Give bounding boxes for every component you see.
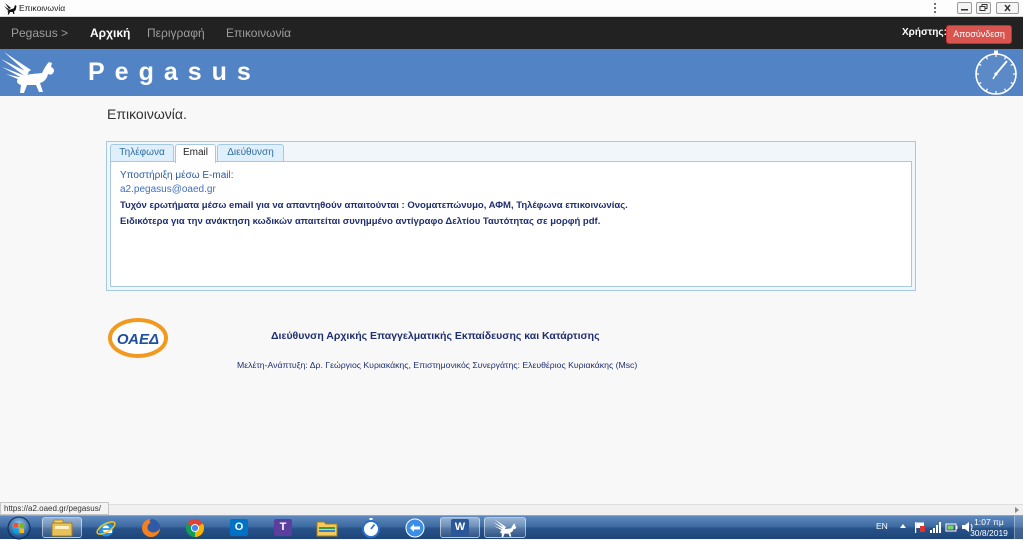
oaed-logo: ΟΑΕΔ bbox=[108, 318, 168, 358]
outlook-icon: O bbox=[230, 519, 248, 536]
nav-item-contact[interactable]: Επικοινωνία bbox=[226, 17, 291, 49]
pegasus-app-icon bbox=[493, 518, 517, 537]
taskbar-internet-explorer[interactable] bbox=[86, 517, 126, 538]
taskbar-word[interactable]: W bbox=[440, 517, 480, 538]
t-app-icon: T bbox=[274, 519, 292, 536]
folder-icon bbox=[316, 521, 338, 536]
status-bar-url: https://a2.oaed.gr/pegasus/ bbox=[0, 502, 109, 515]
stopwatch-icon bbox=[362, 517, 380, 538]
taskbar-pegasus[interactable] bbox=[484, 517, 526, 538]
nav-brand[interactable]: Pegasus > bbox=[11, 17, 68, 49]
libraries-icon bbox=[51, 519, 73, 536]
user-label: Χρήστης: bbox=[902, 27, 947, 38]
page-title: Επικοινωνία. bbox=[107, 106, 187, 122]
show-hidden-icons-icon[interactable] bbox=[900, 524, 906, 528]
logout-button[interactable]: Αποσύνδεση bbox=[946, 25, 1012, 44]
nav-item-home[interactable]: Αρχική bbox=[90, 17, 130, 49]
password-recovery-note: Ειδικότερα για την ανάκτηση κωδικών απαι… bbox=[120, 216, 601, 227]
organization-name: Διεύθυνση Αρχικής Επαγγελματικής Εκπαίδε… bbox=[271, 330, 600, 342]
support-email-link[interactable]: a2.pegasus@oaed.gr bbox=[120, 184, 216, 196]
email-support-label: Υποστήριξη μέσω E-mail: bbox=[120, 170, 234, 181]
action-center-flag-icon[interactable] bbox=[913, 520, 926, 534]
tab-address-label: Διεύθυνση bbox=[227, 147, 274, 158]
clock-date[interactable]: 30/8/2019 bbox=[964, 528, 1014, 538]
show-desktop-button[interactable] bbox=[1014, 516, 1023, 540]
contact-tabs: Τηλέφωνα Email Διεύθυνση Υποστήριξη μέσω… bbox=[106, 141, 916, 291]
clock-time[interactable]: 1:07 πμ bbox=[964, 517, 1014, 527]
word-icon: W bbox=[451, 519, 469, 536]
taskbar-libraries[interactable] bbox=[42, 517, 82, 538]
window-title: Επικοινωνία bbox=[19, 3, 66, 13]
firefox-icon bbox=[142, 518, 160, 537]
nav-item-description[interactable]: Περιγραφή bbox=[147, 17, 205, 49]
power-icon[interactable] bbox=[945, 520, 958, 534]
header-banner: Pegasus bbox=[0, 49, 1023, 96]
tab-email-label: Email bbox=[182, 147, 208, 158]
taskbar-network-app[interactable] bbox=[395, 517, 435, 538]
window-titlebar: Επικοινωνία bbox=[0, 0, 1023, 17]
clock-icon bbox=[975, 50, 1017, 95]
horizontal-scrollbar[interactable] bbox=[0, 504, 1023, 515]
tab-phones-label: Τηλέφωνα bbox=[119, 147, 165, 158]
restore-icon bbox=[979, 4, 988, 11]
taskbar-chrome[interactable] bbox=[175, 517, 215, 538]
taskbar-outlook[interactable]: O bbox=[219, 517, 259, 538]
credits-text: Μελέτη-Ανάπτυξη: Δρ. Γεώργιος Κυριακάκης… bbox=[237, 360, 638, 370]
tab-address[interactable]: Διεύθυνση bbox=[217, 144, 284, 162]
taskbar-t-app[interactable]: T bbox=[263, 517, 303, 538]
internet-explorer-icon bbox=[96, 520, 116, 536]
chrome-icon bbox=[186, 518, 204, 537]
minimize-button[interactable] bbox=[957, 2, 972, 14]
oaed-logo-text: ΟΑΕΔ bbox=[117, 331, 159, 348]
pegasus-favicon-icon bbox=[4, 3, 17, 15]
tab-email[interactable]: Email bbox=[175, 144, 216, 163]
more-options-icon[interactable] bbox=[932, 3, 938, 15]
taskbar-stopwatch[interactable] bbox=[351, 517, 391, 538]
scroll-right-icon[interactable] bbox=[1015, 507, 1019, 513]
windows-start-icon[interactable] bbox=[5, 516, 33, 540]
tab-phones[interactable]: Τηλέφωνα bbox=[110, 144, 174, 162]
top-navbar: Pegasus > Αρχική Περιγραφή Επικοινωνία Χ… bbox=[0, 17, 1023, 49]
taskbar-folder[interactable] bbox=[307, 517, 347, 538]
network-icon[interactable] bbox=[929, 520, 942, 534]
email-tab-panel: Υποστήριξη μέσω E-mail: a2.pegasus@oaed.… bbox=[110, 161, 912, 287]
language-indicator[interactable]: EN bbox=[876, 521, 888, 531]
close-button[interactable] bbox=[996, 2, 1019, 14]
network-app-icon bbox=[405, 518, 425, 537]
pegasus-logo-icon bbox=[1, 52, 55, 93]
requirements-note: Τυχόν ερωτήματα μέσω email για να απαντη… bbox=[120, 200, 628, 211]
minimize-icon bbox=[961, 9, 968, 11]
taskbar: O T W EN 1:07 πμ 30/8/2019 bbox=[0, 515, 1023, 540]
banner-title: Pegasus bbox=[88, 58, 261, 86]
restore-button[interactable] bbox=[976, 2, 991, 14]
close-icon bbox=[1004, 4, 1011, 12]
taskbar-firefox[interactable] bbox=[131, 517, 171, 538]
